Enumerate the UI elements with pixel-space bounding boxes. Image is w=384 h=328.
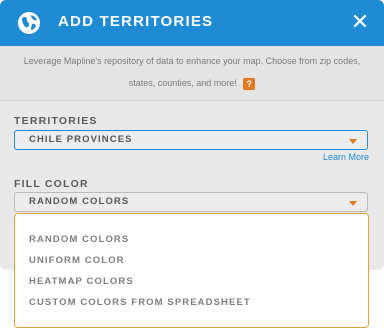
globe-icon <box>17 11 41 35</box>
intro-line-1: Leverage Mapline's repository of data to… <box>23 56 361 66</box>
territories-selected-value: CHILE PROVINCES <box>29 134 133 145</box>
fill-color-dropdown-menu: RANDOM COLORS UNIFORM COLOR HEATMAP COLO… <box>14 213 369 328</box>
territories-label: TERRITORIES <box>14 115 98 127</box>
dialog-header: ADD TERRITORIES ✕ <box>0 0 384 46</box>
intro-line-2-text: states, counties, and more! <box>128 78 237 88</box>
option-custom-colors-from-spreadsheet[interactable]: CUSTOM COLORS FROM SPREADSHEET <box>29 297 251 308</box>
option-random-colors[interactable]: RANDOM COLORS <box>29 234 129 245</box>
fill-color-select[interactable]: RANDOM COLORS <box>14 192 368 212</box>
fill-color-selected-value: RANDOM COLORS <box>29 196 130 207</box>
territories-select[interactable]: CHILE PROVINCES <box>14 130 368 150</box>
option-heatmap-colors[interactable]: HEATMAP COLORS <box>29 276 134 287</box>
option-uniform-color[interactable]: UNIFORM COLOR <box>29 255 125 266</box>
dialog-title: ADD TERRITORIES <box>58 13 214 30</box>
chevron-down-icon <box>349 139 357 144</box>
intro-text: Leverage Mapline's repository of data to… <box>0 46 384 101</box>
close-icon[interactable]: ✕ <box>348 10 372 34</box>
learn-more-link[interactable]: Learn More <box>323 152 369 162</box>
chevron-down-icon <box>349 201 357 206</box>
fill-color-label: FILL COLOR <box>14 178 89 190</box>
intro-line-2: states, counties, and more! ? <box>0 72 384 94</box>
help-icon[interactable]: ? <box>243 77 256 90</box>
